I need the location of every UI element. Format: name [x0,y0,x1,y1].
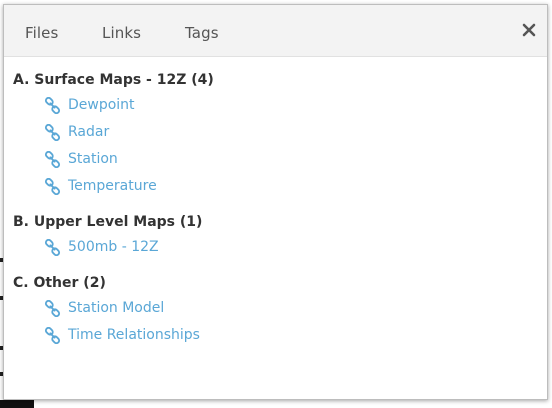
link-station-model[interactable]: Station Model [44,298,164,318]
backdrop-corner [0,400,34,408]
close-button[interactable] [520,18,540,42]
link-icon [44,150,61,168]
link-icon [44,238,61,256]
link-icon [44,326,61,344]
tab-files[interactable]: Files [25,24,58,42]
link-label: Radar [68,124,110,140]
link-label: Station [68,151,118,167]
link-station[interactable]: Station [44,149,118,169]
tab-tags[interactable]: Tags [185,24,219,42]
link-icon [44,123,61,141]
tab-bar: Files Links Tags [4,5,547,57]
group-title-other: C. Other (2) [13,275,106,291]
link-label: Time Relationships [68,327,200,343]
link-icon [44,177,61,195]
links-content: A. Surface Maps - 12Z (4) Dewpoint Radar [4,57,547,399]
link-dewpoint[interactable]: Dewpoint [44,95,135,115]
close-icon [522,23,536,37]
tab-links[interactable]: Links [102,24,141,42]
link-time-relationships[interactable]: Time Relationships [44,325,200,345]
link-label: Temperature [68,178,157,194]
link-temperature[interactable]: Temperature [44,176,157,196]
link-icon [44,96,61,114]
link-radar[interactable]: Radar [44,122,109,142]
link-label: Station Model [68,300,165,316]
group-title-upper-level-maps: B. Upper Level Maps (1) [13,214,203,230]
links-modal: Files Links Tags A. Surface Maps - 12Z (… [3,4,548,400]
link-500mb-12z[interactable]: 500mb - 12Z [44,237,159,257]
link-label: Dewpoint [68,97,135,113]
link-label: 500mb - 12Z [68,239,159,255]
group-title-surface-maps: A. Surface Maps - 12Z (4) [13,72,214,88]
link-icon [44,299,61,317]
